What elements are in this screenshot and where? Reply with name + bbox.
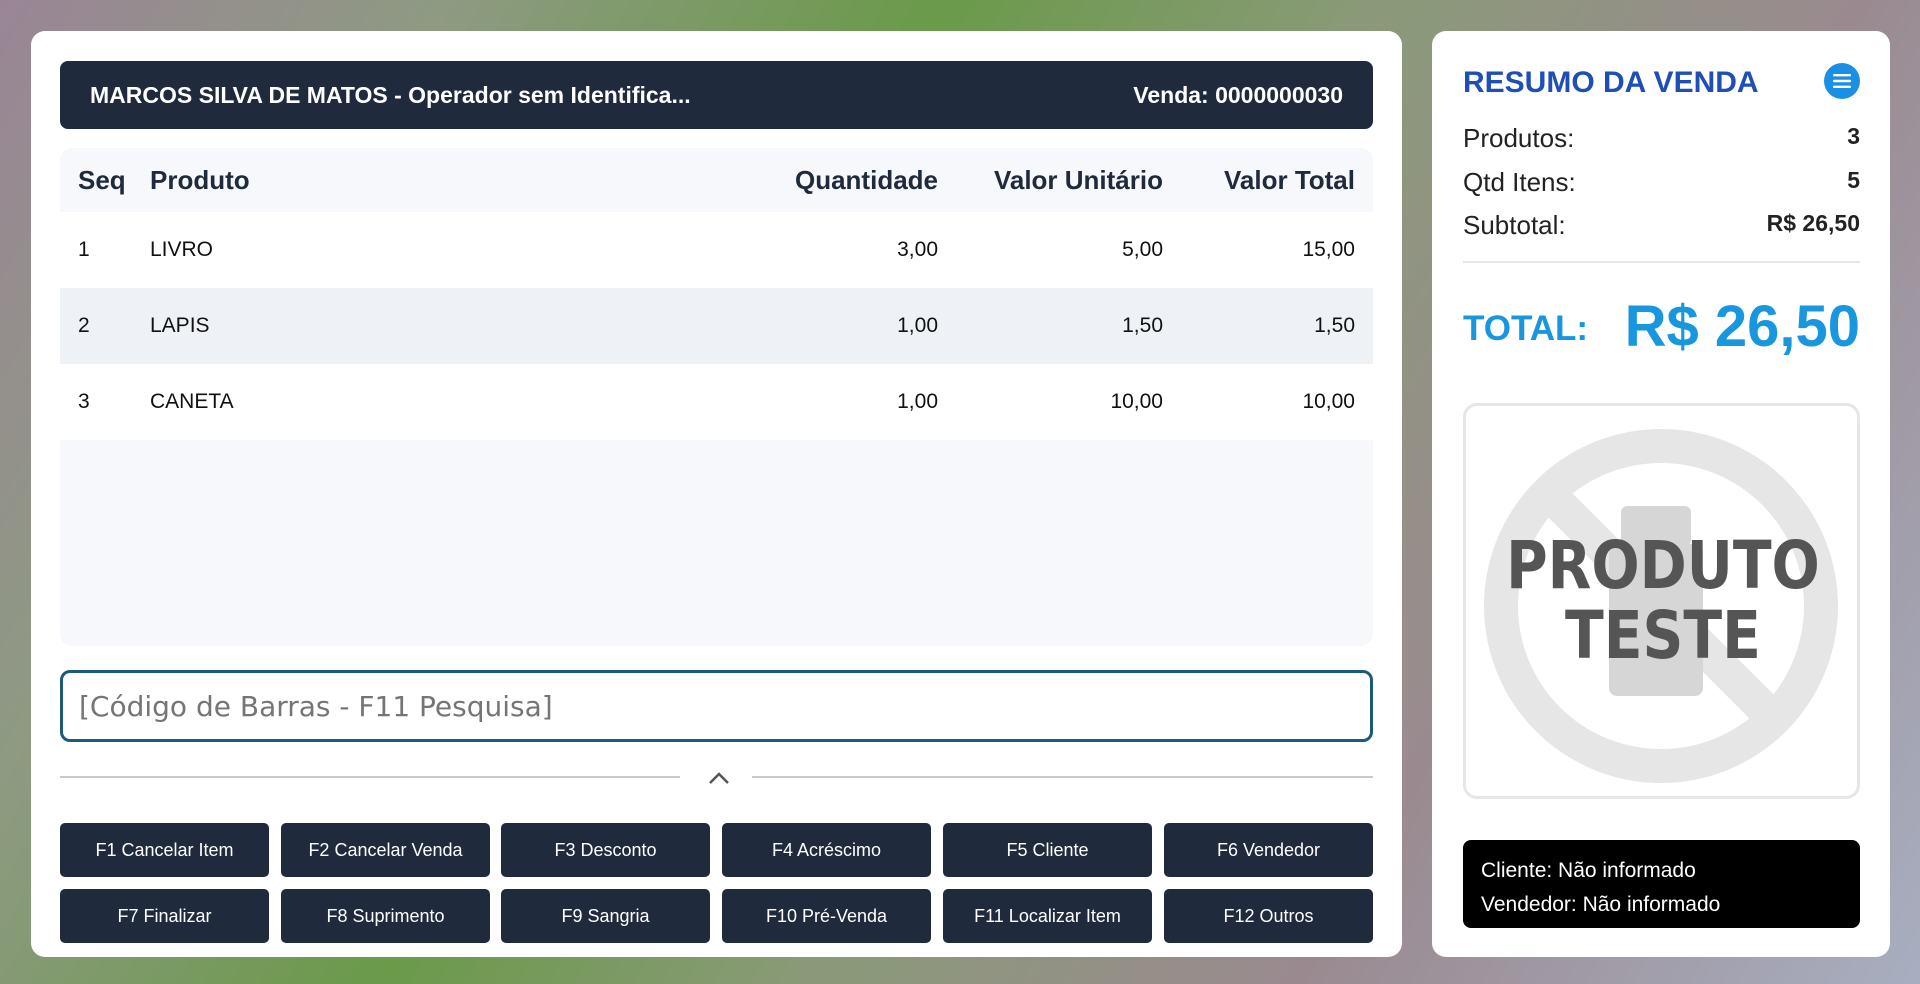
total-label: TOTAL: [1463, 309, 1589, 348]
produtos-value: 3 [1847, 123, 1860, 149]
customer-seller-info: Cliente: Não informado Vendedor: Não inf… [1463, 840, 1860, 928]
cell-valor-total: 10,00 [1302, 390, 1355, 413]
f2-cancelar-venda-button[interactable]: F2 Cancelar Venda [281, 823, 490, 877]
subtotal-label: Subtotal: [1463, 210, 1566, 240]
chevron-up-icon[interactable] [703, 760, 735, 792]
summary-divider [1463, 261, 1860, 263]
cell-quantidade: 1,00 [897, 390, 938, 413]
f6-vendedor-button[interactable]: F6 Vendedor [1164, 823, 1373, 877]
cell-produto: LAPIS [150, 314, 210, 337]
product-placeholder-image: PRODUTO TESTE [1484, 429, 1838, 783]
cell-valor-total: 1,50 [1314, 314, 1355, 337]
table-header-row: Seq Produto Quantidade Valor Unitário Va… [60, 148, 1373, 212]
col-quantidade: Quantidade [794, 164, 938, 195]
f3-desconto-button[interactable]: F3 Desconto [501, 823, 710, 877]
hamburger-menu-icon[interactable] [1824, 63, 1860, 99]
cell-valor-unitario: 5,00 [1122, 238, 1163, 261]
table-row[interactable]: 3 CANETA 1,00 10,00 10,00 [60, 364, 1373, 440]
summary-itens-row: Qtd Itens: 5 [1463, 167, 1860, 198]
itens-value: 5 [1847, 167, 1860, 193]
cell-valor-total: 15,00 [1302, 238, 1355, 261]
items-table: Seq Produto Quantidade Valor Unitário Va… [60, 148, 1373, 440]
f5-cliente-button[interactable]: F5 Cliente [943, 823, 1152, 877]
cell-produto: LIVRO [150, 238, 214, 261]
operator-name: MARCOS SILVA DE MATOS - Operador sem Ide… [90, 81, 691, 108]
operator-header: MARCOS SILVA DE MATOS - Operador sem Ide… [60, 61, 1373, 129]
product-image-text-line2: TESTE [1565, 597, 1761, 674]
sale-number: Venda: 0000000030 [1133, 81, 1343, 108]
product-image: PRODUTO TESTE [1463, 403, 1860, 799]
cell-valor-unitario: 1,50 [1122, 314, 1163, 337]
cell-seq: 1 [78, 238, 90, 261]
col-valor-total: Valor Total [1224, 164, 1355, 195]
divider-right [752, 776, 1373, 778]
sale-summary-panel: RESUMO DA VENDA Produtos: 3 Qtd Itens: 5… [1432, 31, 1890, 957]
sale-panel: MARCOS SILVA DE MATOS - Operador sem Ide… [31, 31, 1402, 957]
f1-cancelar-item-button[interactable]: F1 Cancelar Item [60, 823, 269, 877]
f12-outros-button[interactable]: F12 Outros [1164, 889, 1373, 943]
subtotal-value: R$ 26,50 [1766, 210, 1860, 236]
cell-seq: 2 [78, 314, 90, 337]
items-table-container: Seq Produto Quantidade Valor Unitário Va… [60, 148, 1373, 646]
total-value: R$ 26,50 [1624, 294, 1860, 359]
cell-quantidade: 1,00 [897, 314, 938, 337]
summary-subtotal-row: Subtotal: R$ 26,50 [1463, 210, 1860, 241]
summary-title: RESUMO DA VENDA [1463, 66, 1759, 99]
cell-seq: 3 [78, 390, 90, 413]
produtos-label: Produtos: [1463, 123, 1575, 153]
cell-produto: CANETA [150, 390, 234, 413]
f7-finalizar-button[interactable]: F7 Finalizar [60, 889, 269, 943]
table-row[interactable]: 2 LAPIS 1,00 1,50 1,50 [60, 288, 1373, 364]
summary-produtos-row: Produtos: 3 [1463, 123, 1860, 154]
col-valor-unitario: Valor Unitário [993, 164, 1163, 195]
f8-suprimento-button[interactable]: F8 Suprimento [281, 889, 490, 943]
divider-left [60, 776, 680, 778]
cell-quantidade: 3,00 [897, 238, 938, 261]
barcode-input[interactable] [60, 670, 1373, 742]
f9-sangria-button[interactable]: F9 Sangria [501, 889, 710, 943]
f4-acrescimo-button[interactable]: F4 Acréscimo [722, 823, 931, 877]
cliente-info: Cliente: Não informado [1481, 859, 1696, 882]
col-produto: Produto [150, 164, 250, 195]
vendedor-info: Vendedor: Não informado [1481, 893, 1721, 916]
itens-label: Qtd Itens: [1463, 167, 1576, 197]
product-image-text-line1: PRODUTO [1506, 527, 1820, 604]
cell-valor-unitario: 10,00 [1110, 390, 1163, 413]
f10-pre-venda-button[interactable]: F10 Pré-Venda [722, 889, 931, 943]
table-row[interactable]: 1 LIVRO 3,00 5,00 15,00 [60, 212, 1373, 288]
col-seq: Seq [78, 164, 126, 195]
f11-localizar-item-button[interactable]: F11 Localizar Item [943, 889, 1152, 943]
